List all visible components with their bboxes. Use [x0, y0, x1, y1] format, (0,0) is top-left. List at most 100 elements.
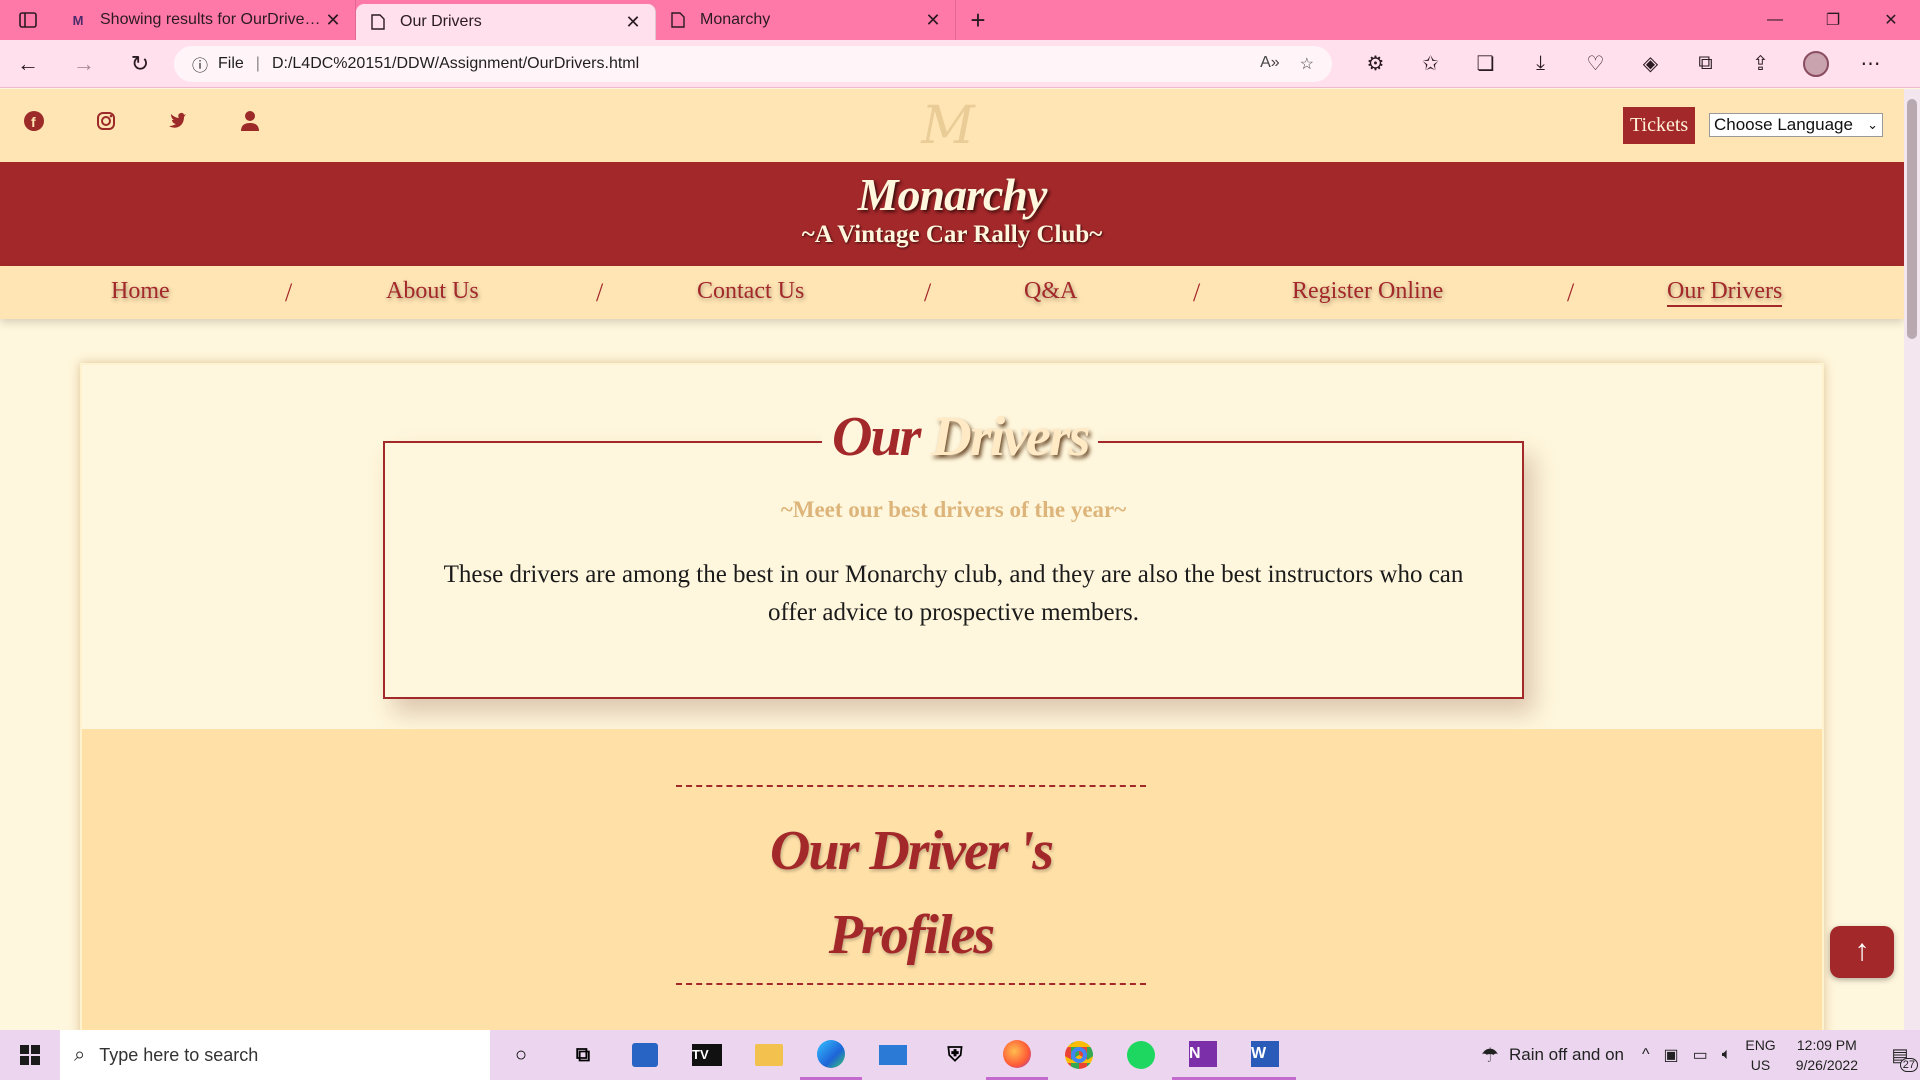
windows-taskbar: ⌕ Type here to search ○ ⧉ TV ⛨ N W ☂ Rai… — [0, 1030, 1920, 1080]
search-placeholder: Type here to search — [99, 1044, 259, 1065]
volume-icon[interactable]: 🔈︎ — [1722, 1046, 1732, 1064]
tradingview-icon[interactable]: TV — [676, 1030, 738, 1080]
tab-title: Showing results for OurDrivers.h — [100, 11, 323, 28]
nav-separator: / — [285, 278, 293, 307]
notifications-button[interactable]: ▤ 27 — [1880, 1030, 1920, 1080]
share-icon[interactable]: ⇪ — [1733, 40, 1788, 88]
file-explorer-icon[interactable] — [738, 1030, 800, 1080]
cortana-icon[interactable]: ○ — [490, 1030, 552, 1080]
scrollbar-thumb[interactable] — [1907, 99, 1917, 339]
nav-register-online[interactable]: Register Online — [1292, 278, 1443, 305]
site-brand-title: Monarchy — [857, 169, 1048, 220]
tab-search-results[interactable]: M Showing results for OurDrivers.h ✕ — [56, 0, 356, 40]
user-account-icon[interactable] — [238, 109, 262, 133]
restore-button[interactable]: ❐ — [1804, 0, 1862, 40]
minimize-button[interactable]: — — [1746, 0, 1804, 40]
url-scheme-label: File — [218, 54, 244, 72]
favorites-icon[interactable]: ✩ — [1403, 40, 1458, 88]
tab-actions-icon — [19, 12, 37, 28]
intro-paragraph: These drivers are among the best in our … — [443, 561, 1464, 626]
clock-time: 12:09 PM — [1796, 1037, 1857, 1053]
chevron-down-icon: ⌄ — [1867, 117, 1878, 132]
tab-our-drivers[interactable]: Our Drivers ✕ — [356, 4, 656, 40]
instagram-icon[interactable] — [94, 109, 118, 133]
forward-button[interactable]: → — [56, 40, 112, 88]
intro-heading: Our Drivers — [822, 405, 1099, 475]
input-language-indicator[interactable]: ENG US — [1745, 1035, 1775, 1075]
monarchy-logo: M — [921, 96, 975, 156]
divider-top — [676, 785, 1146, 787]
read-aloud-icon[interactable]: A» — [1260, 54, 1280, 74]
mail-icon[interactable] — [862, 1030, 924, 1080]
site-banner: Monarchy ~A Vintage Car Rally Club~ — [0, 162, 1904, 266]
page-icon — [668, 10, 688, 30]
nav-separator: / — [1567, 278, 1575, 307]
divider-bottom — [676, 983, 1146, 985]
new-tab-button[interactable]: + — [956, 0, 1000, 40]
facebook-icon[interactable]: f — [22, 109, 46, 133]
word-icon[interactable]: W — [1234, 1030, 1296, 1080]
rain-umbrella-icon: ☂ — [1481, 1044, 1499, 1067]
battery-icon[interactable]: ▭ — [1693, 1045, 1708, 1065]
search-icon: ⌕ — [74, 1043, 86, 1066]
extensions-icon[interactable]: ⚙ — [1348, 40, 1403, 88]
taskbar-search-input[interactable]: ⌕ Type here to search — [60, 1030, 490, 1080]
window-controls: — ❐ ✕ — [1746, 0, 1920, 40]
intro-heading-part2: Drivers — [931, 406, 1090, 468]
back-to-top-button[interactable]: ↑ — [1830, 926, 1894, 978]
language-select[interactable]: Choose Language ⌄ — [1709, 113, 1883, 137]
social-links: f — [22, 109, 262, 133]
tab-actions-button[interactable] — [0, 0, 56, 40]
window-close-button[interactable]: ✕ — [1862, 0, 1920, 40]
clock-date: 9/26/2022 — [1795, 1057, 1858, 1073]
spotify-icon[interactable] — [1110, 1030, 1172, 1080]
profiles-section: Our Driver 's Profiles — [82, 729, 1822, 1030]
url-field[interactable]: ⓘ File | D:/L4DC%20151/DDW/Assignment/Ou… — [174, 45, 1332, 82]
refresh-button[interactable]: ↻ — [112, 40, 168, 88]
svg-text:f: f — [31, 114, 36, 130]
profiles-heading-line1: Our Driver 's — [769, 820, 1054, 882]
firefox-icon[interactable] — [986, 1030, 1048, 1080]
browser-essentials-icon[interactable]: ◈ — [1623, 40, 1678, 88]
start-button[interactable] — [0, 1030, 60, 1080]
tab-monarchy[interactable]: Monarchy ✕ — [656, 0, 956, 40]
nav-about-us[interactable]: About Us — [386, 278, 479, 305]
browser-tab-bar: M Showing results for OurDrivers.h ✕ Our… — [0, 0, 1920, 40]
screenshot-icon[interactable]: ⧉ — [1678, 40, 1733, 88]
nav-qa[interactable]: Q&A — [1024, 278, 1077, 305]
nav-contact-us[interactable]: Contact Us — [697, 278, 804, 305]
more-menu-icon[interactable]: ⋯ — [1843, 40, 1898, 88]
page-scrollbar[interactable] — [1904, 89, 1920, 1030]
back-button[interactable]: ← — [0, 40, 56, 88]
weather-widget[interactable]: ☂ Rain off and on — [1481, 1043, 1624, 1068]
close-icon[interactable]: ✕ — [323, 10, 343, 31]
task-view-icon[interactable]: ⧉ — [552, 1030, 614, 1080]
url-text[interactable]: D:/L4DC%20151/DDW/Assignment/OurDrivers.… — [272, 55, 639, 73]
nav-separator: / — [596, 278, 604, 307]
device-icon[interactable]: ▣ — [1664, 1045, 1679, 1065]
security-shield-icon[interactable]: ⛨ — [924, 1030, 986, 1080]
windows-logo-icon — [20, 1045, 40, 1065]
chrome-icon[interactable] — [1048, 1030, 1110, 1080]
profile-avatar[interactable] — [1788, 40, 1843, 88]
downloads-icon[interactable]: ⤓ — [1513, 40, 1568, 88]
close-icon[interactable]: ✕ — [623, 12, 643, 33]
web-page: f M Tickets Choose Language ⌄ Monarchy ~… — [0, 89, 1904, 1030]
store-icon[interactable] — [614, 1030, 676, 1080]
onenote-icon[interactable]: N — [1172, 1030, 1234, 1080]
top-utility-bar: f M Tickets Choose Language ⌄ — [0, 89, 1904, 162]
clock[interactable]: 12:09 PM 9/26/2022 — [1796, 1035, 1858, 1075]
info-icon[interactable]: ⓘ — [192, 52, 208, 76]
edge-icon[interactable] — [800, 1030, 862, 1080]
close-icon[interactable]: ✕ — [923, 10, 943, 31]
health-icon[interactable]: ♡ — [1568, 40, 1623, 88]
add-favorite-icon[interactable]: ☆ — [1300, 54, 1314, 74]
chevron-up-icon[interactable]: ^ — [1642, 1046, 1650, 1064]
nav-separator: / — [1193, 278, 1201, 307]
collections-icon[interactable]: ❏ — [1458, 40, 1513, 88]
nav-home[interactable]: Home — [111, 278, 170, 305]
twitter-icon[interactable] — [166, 109, 190, 133]
tickets-button[interactable]: Tickets — [1623, 107, 1696, 144]
profiles-heading: Our Driver 's Profiles — [676, 809, 1146, 977]
nav-our-drivers[interactable]: Our Drivers — [1667, 278, 1783, 307]
